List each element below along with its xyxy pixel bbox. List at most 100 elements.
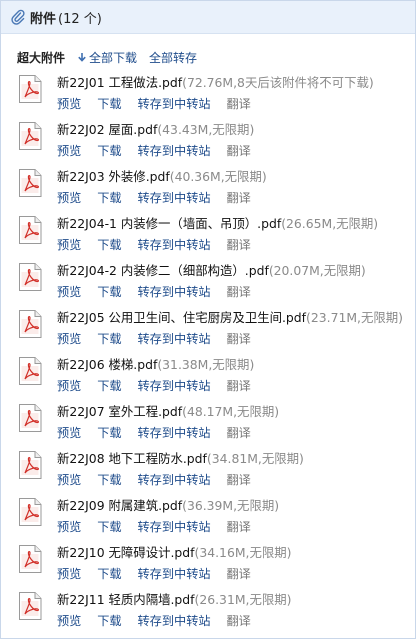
translate-link[interactable]: 翻译 <box>227 97 251 111</box>
file-name: 新22J07 室外工程.pdf <box>57 404 183 419</box>
pdf-file-icon[interactable] <box>17 74 43 104</box>
file-name: 新22J03 外装修.pdf <box>57 169 170 184</box>
preview-link[interactable]: 预览 <box>57 191 81 205</box>
attachments-toolbar: 超大附件 全部下载 全部转存 <box>1 42 415 72</box>
translate-link[interactable]: 翻译 <box>227 379 251 393</box>
file-name: 新22J05 公用卫生间、住宅厨房及卫生间.pdf <box>57 310 307 325</box>
download-link[interactable]: 下载 <box>97 520 121 534</box>
download-link[interactable]: 下载 <box>97 238 121 252</box>
translate-link[interactable]: 翻译 <box>227 520 251 534</box>
transfer-link[interactable]: 转存到中转站 <box>138 97 211 111</box>
translate-link[interactable]: 翻译 <box>227 285 251 299</box>
attachment-filename[interactable]: 新22J03 外装修.pdf(40.36M,无限期) <box>57 167 267 185</box>
preview-link[interactable]: 预览 <box>57 567 81 581</box>
attachment-filename[interactable]: 新22J04-1 内装修一（墙面、吊顶）.pdf(26.65M,无限期) <box>57 214 378 232</box>
attachment-actions: 预览 下载 转存到中转站 翻译 <box>57 423 263 441</box>
attachment-item: 新22J11 轻质内隔墙.pdf(26.31M,无限期) 预览 下载 转存到中转… <box>1 588 415 635</box>
attachment-actions: 预览 下载 转存到中转站 翻译 <box>57 188 263 206</box>
file-meta: (34.16M,无限期) <box>194 545 292 560</box>
pdf-file-icon[interactable] <box>17 403 43 433</box>
download-link[interactable]: 下载 <box>97 191 121 205</box>
transfer-link[interactable]: 转存到中转站 <box>138 379 211 393</box>
pdf-file-icon[interactable] <box>17 450 43 480</box>
preview-link[interactable]: 预览 <box>57 473 81 487</box>
transfer-link[interactable]: 转存到中转站 <box>138 144 211 158</box>
preview-link[interactable]: 预览 <box>57 97 81 111</box>
attachment-item: 新22J04-1 内装修一（墙面、吊顶）.pdf(26.65M,无限期) 预览 … <box>1 212 415 259</box>
pdf-file-icon[interactable] <box>17 544 43 574</box>
pdf-file-icon[interactable] <box>17 356 43 386</box>
attachment-filename[interactable]: 新22J01 工程做法.pdf(72.76M,8天后该附件将不可下载) <box>57 73 374 91</box>
attachment-filename[interactable]: 新22J09 附属建筑.pdf(36.39M,无限期) <box>57 496 279 514</box>
download-link[interactable]: 下载 <box>97 332 121 346</box>
translate-link[interactable]: 翻译 <box>227 567 251 581</box>
preview-link[interactable]: 预览 <box>57 285 81 299</box>
attachment-filename[interactable]: 新22J04-2 内装修二（细部构造）.pdf(20.07M,无限期) <box>57 261 366 279</box>
attachment-filename[interactable]: 新22J02 屋面.pdf(43.43M,无限期) <box>57 120 254 138</box>
translate-link[interactable]: 翻译 <box>227 473 251 487</box>
preview-link[interactable]: 预览 <box>57 379 81 393</box>
attachment-item: 新22J03 外装修.pdf(40.36M,无限期) 预览 下载 转存到中转站 … <box>1 165 415 212</box>
translate-link[interactable]: 翻译 <box>227 238 251 252</box>
pdf-file-icon[interactable] <box>17 121 43 151</box>
pdf-file-icon[interactable] <box>17 497 43 527</box>
transfer-link[interactable]: 转存到中转站 <box>138 332 211 346</box>
attachment-actions: 预览 下载 转存到中转站 翻译 <box>57 564 263 582</box>
attachment-filename[interactable]: 新22J08 地下工程防水.pdf(34.81M,无限期) <box>57 449 304 467</box>
download-link[interactable]: 下载 <box>97 379 121 393</box>
pdf-file-icon[interactable] <box>17 168 43 198</box>
translate-link[interactable]: 翻译 <box>227 614 251 628</box>
preview-link[interactable]: 预览 <box>57 614 81 628</box>
file-meta: (36.39M,无限期) <box>182 498 280 513</box>
download-link[interactable]: 下载 <box>97 426 121 440</box>
attachment-item: 新22J01 工程做法.pdf(72.76M,8天后该附件将不可下载) 预览 下… <box>1 71 415 118</box>
download-link[interactable]: 下载 <box>97 473 121 487</box>
pdf-file-icon[interactable] <box>17 309 43 339</box>
attachments-header: 附件 (12 个) <box>1 1 415 34</box>
preview-link[interactable]: 预览 <box>57 426 81 440</box>
transfer-link[interactable]: 转存到中转站 <box>138 238 211 252</box>
preview-link[interactable]: 预览 <box>57 144 81 158</box>
translate-link[interactable]: 翻译 <box>227 191 251 205</box>
transfer-link[interactable]: 转存到中转站 <box>138 426 211 440</box>
file-meta: (20.07M,无限期) <box>268 263 366 278</box>
download-link[interactable]: 下载 <box>97 97 121 111</box>
download-link[interactable]: 下载 <box>97 567 121 581</box>
file-meta: (26.65M,无限期) <box>281 216 379 231</box>
transfer-link[interactable]: 转存到中转站 <box>138 285 211 299</box>
attachment-actions: 预览 下载 转存到中转站 翻译 <box>57 141 263 159</box>
transfer-link[interactable]: 转存到中转站 <box>138 614 211 628</box>
attachment-filename[interactable]: 新22J05 公用卫生间、住宅厨房及卫生间.pdf(23.71M,无限期) <box>57 308 403 326</box>
translate-link[interactable]: 翻译 <box>227 426 251 440</box>
transfer-link[interactable]: 转存到中转站 <box>138 191 211 205</box>
large-attachments-label: 超大附件 <box>17 50 66 65</box>
download-link[interactable]: 下载 <box>97 614 121 628</box>
attachment-filename[interactable]: 新22J10 无障碍设计.pdf(34.16M,无限期) <box>57 543 291 561</box>
attachment-item: 新22J04-2 内装修二（细部构造）.pdf(20.07M,无限期) 预览 下… <box>1 259 415 306</box>
file-meta: (40.36M,无限期) <box>169 169 267 184</box>
attachment-list: 新22J01 工程做法.pdf(72.76M,8天后该附件将不可下载) 预览 下… <box>1 71 415 635</box>
attachments-count: (12 个) <box>58 11 102 27</box>
attachment-filename[interactable]: 新22J06 楼梯.pdf(31.38M,无限期) <box>57 355 254 373</box>
pdf-file-icon[interactable] <box>17 215 43 245</box>
attachment-item: 新22J08 地下工程防水.pdf(34.81M,无限期) 预览 下载 转存到中… <box>1 447 415 494</box>
attachment-actions: 预览 下载 转存到中转站 翻译 <box>57 517 263 535</box>
attachment-filename[interactable]: 新22J07 室外工程.pdf(48.17M,无限期) <box>57 402 279 420</box>
pdf-file-icon[interactable] <box>17 591 43 621</box>
transfer-link[interactable]: 转存到中转站 <box>138 567 211 581</box>
attachment-actions: 预览 下载 转存到中转站 翻译 <box>57 235 263 253</box>
file-meta: (72.76M,8天后该附件将不可下载) <box>182 75 374 90</box>
download-link[interactable]: 下载 <box>97 285 121 299</box>
preview-link[interactable]: 预览 <box>57 520 81 534</box>
translate-link[interactable]: 翻译 <box>227 144 251 158</box>
download-all-button[interactable]: 全部下载 <box>77 49 137 66</box>
transfer-link[interactable]: 转存到中转站 <box>138 473 211 487</box>
pdf-file-icon[interactable] <box>17 262 43 292</box>
save-all-button[interactable]: 全部转存 <box>149 49 197 66</box>
preview-link[interactable]: 预览 <box>57 332 81 346</box>
transfer-link[interactable]: 转存到中转站 <box>138 520 211 534</box>
attachment-filename[interactable]: 新22J11 轻质内隔墙.pdf(26.31M,无限期) <box>57 590 291 608</box>
preview-link[interactable]: 预览 <box>57 238 81 252</box>
translate-link[interactable]: 翻译 <box>227 332 251 346</box>
download-link[interactable]: 下载 <box>97 144 121 158</box>
